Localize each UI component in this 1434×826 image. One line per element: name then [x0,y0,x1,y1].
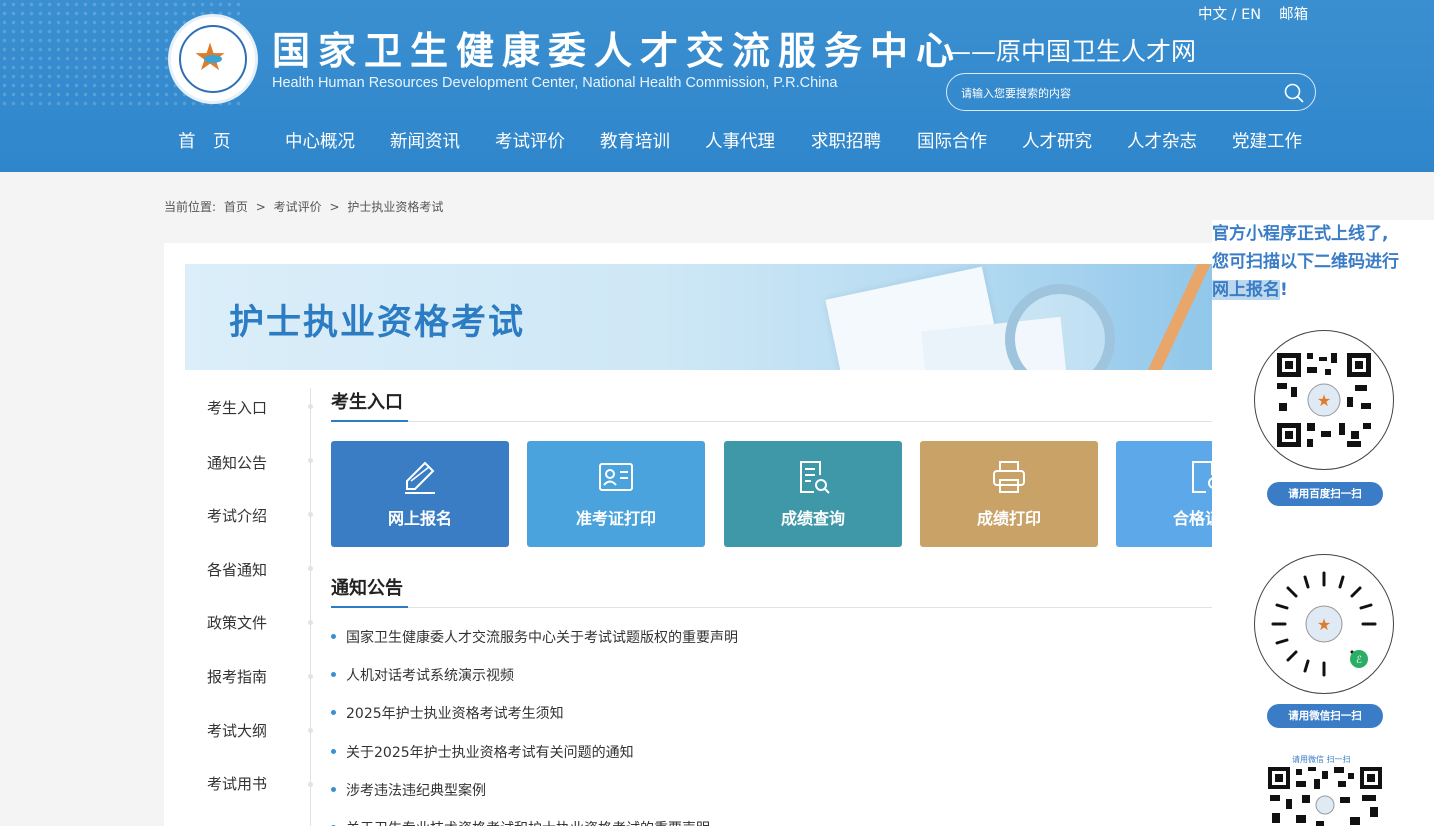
mail-link[interactable]: 邮箱 [1279,7,1308,23]
sidebar-item-guide[interactable]: 报考指南 [207,666,267,687]
search-icon[interactable] [1283,82,1305,104]
breadcrumb-separator: > [329,200,340,214]
nav-item-research[interactable]: 人才研究 [1022,128,1092,153]
section-title-notices: 通知公告 [331,578,403,599]
tile-label: 成绩打印 [976,509,1041,528]
printer-icon [993,461,1025,493]
sidebar-item-syllabus[interactable]: 考试大纲 [207,720,267,741]
svg-text:★: ★ [1317,615,1331,634]
nav-item-exams[interactable]: 考试评价 [495,128,565,153]
language-switch-link[interactable]: 中文 / EN [1198,7,1261,23]
section-rule [331,607,1224,608]
section-underline [331,606,408,608]
notice-item[interactable]: 人机对话考试系统演示视频 [331,665,514,685]
sidebar-dot [308,728,313,733]
site-subtitle: ——原中国卫生人才网 [946,37,1197,66]
nav-item-home[interactable]: 首 页 [178,128,231,153]
notice-item[interactable]: 2025年护士执业资格考试考生须知 [331,703,564,723]
sidebar-dot [308,458,313,463]
sidebar-item-entry[interactable]: 考生入口 [207,397,267,418]
section-underline [331,420,408,422]
magnifier-illustration-icon [1005,284,1115,370]
section-rule [331,421,1224,422]
sidebar-dot [308,782,313,787]
qr-code-icon: ★ [1275,351,1373,449]
logo-fish-icon [204,55,222,63]
notice-item[interactable]: 国家卫生健康委人才交流服务中心关于考试试题版权的重要声明 [331,627,738,647]
wechat-scan-caption: 请用微信 扫一扫 [1292,755,1351,764]
search-document-icon [800,461,830,494]
page-banner: 护士执业资格考试 [185,264,1224,370]
page-title: 护士执业资格考试 [229,303,526,343]
section-title-entry: 考生入口 [331,392,403,413]
promo-highlight: 网上报名 [1212,280,1280,300]
sidebar-dot [308,512,313,517]
nav-item-personnel[interactable]: 人事代理 [705,128,775,153]
wechat-qr-code-small-icon [1268,767,1382,826]
tile-label: 网上报名 [387,509,452,528]
sidebar-item-policy[interactable]: 政策文件 [207,612,267,633]
notice-item[interactable]: 关于2025年护士执业资格考试有关问题的通知 [331,742,634,762]
sidebar-dot [308,566,313,571]
content-card: 护士执业资格考试 考生入口 通知公告 考试介绍 各省通知 政策文件 报考指南 考… [164,243,1294,826]
breadcrumb-exams[interactable]: 考试评价 [274,200,322,214]
pencil-icon [405,461,435,494]
breadcrumb-current: 护士执业资格考试 [347,200,444,214]
tile-label: 准考证打印 [575,509,656,528]
wechat-miniprogram-code-icon: ★ ℰ [1271,571,1377,677]
site-logo[interactable]: ★ [168,14,258,104]
tile-admission-ticket[interactable]: 准考证打印 [527,441,705,547]
promo-line: 您可扫描以下二维码进行 [1212,252,1399,272]
baidu-scan-button[interactable]: 请用百度扫一扫 [1267,482,1383,506]
sidebar-divider [310,388,311,826]
site-title-en: Health Human Resources Development Cente… [272,75,838,91]
sidebar-item-notices[interactable]: 通知公告 [207,452,267,473]
nav-item-jobs[interactable]: 求职招聘 [811,128,881,153]
search-input[interactable] [961,83,1261,103]
nav-item-magazine[interactable]: 人才杂志 [1127,128,1197,153]
nav-item-about[interactable]: 中心概况 [285,128,355,153]
breadcrumb: 当前位置: 首页 > 考试评价 > 护士执业资格考试 [164,198,447,215]
sidebar-item-intro[interactable]: 考试介绍 [207,505,267,526]
promo-exclamation: ! [1280,280,1288,300]
nav-item-training[interactable]: 教育培训 [600,128,670,153]
sidebar-dot [308,620,313,625]
svg-text:ℰ: ℰ [1356,655,1362,666]
sidebar-item-provinces[interactable]: 各省通知 [207,559,267,580]
sidebar-dot [308,674,313,679]
nav-item-news[interactable]: 新闻资讯 [390,128,460,153]
sidebar-dot [308,404,313,409]
wechat-qr-code: ★ ℰ [1254,554,1394,694]
promo-line: 官方小程序正式上线了, [1212,224,1389,244]
miniprogram-promo-text: 官方小程序正式上线了, 您可扫描以下二维码进行 网上报名! [1212,220,1434,304]
nav-item-international[interactable]: 国际合作 [917,128,987,153]
site-title-cn: 国家卫生健康委人才交流服务中心 [272,28,963,73]
miniprogram-float-panel: ★ 请用百度扫一扫 ★ ℰ 请用微信扫一扫 请用微信 扫一扫 [1212,220,1434,826]
notice-item[interactable]: 涉考违法违纪典型案例 [331,780,486,800]
baidu-qr-code: ★ [1254,330,1394,470]
notice-item[interactable]: 关于卫生专业技术资格考试和护士执业资格考试的重要声明 [331,818,710,826]
tile-score-print[interactable]: 成绩打印 [920,441,1098,547]
breadcrumb-separator: > [255,200,266,214]
breadcrumb-prefix: 当前位置: [164,200,217,214]
top-links: 中文 / EN 邮箱 [1198,3,1326,24]
sidebar-item-books[interactable]: 考试用书 [207,773,267,794]
pencil-illustration-icon [1140,264,1212,370]
id-card-icon [599,463,633,491]
svg-text:★: ★ [1317,391,1331,410]
wechat-scan-button[interactable]: 请用微信扫一扫 [1267,704,1383,728]
breadcrumb-home[interactable]: 首页 [224,200,248,214]
tile-score-query[interactable]: 成绩查询 [724,441,902,547]
search-box [946,73,1316,111]
site-header: ★ 国家卫生健康委人才交流服务中心 Health Human Resources… [0,0,1434,172]
tile-label: 成绩查询 [780,509,845,528]
tile-online-registration[interactable]: 网上报名 [331,441,509,547]
nav-item-party[interactable]: 党建工作 [1232,128,1302,153]
